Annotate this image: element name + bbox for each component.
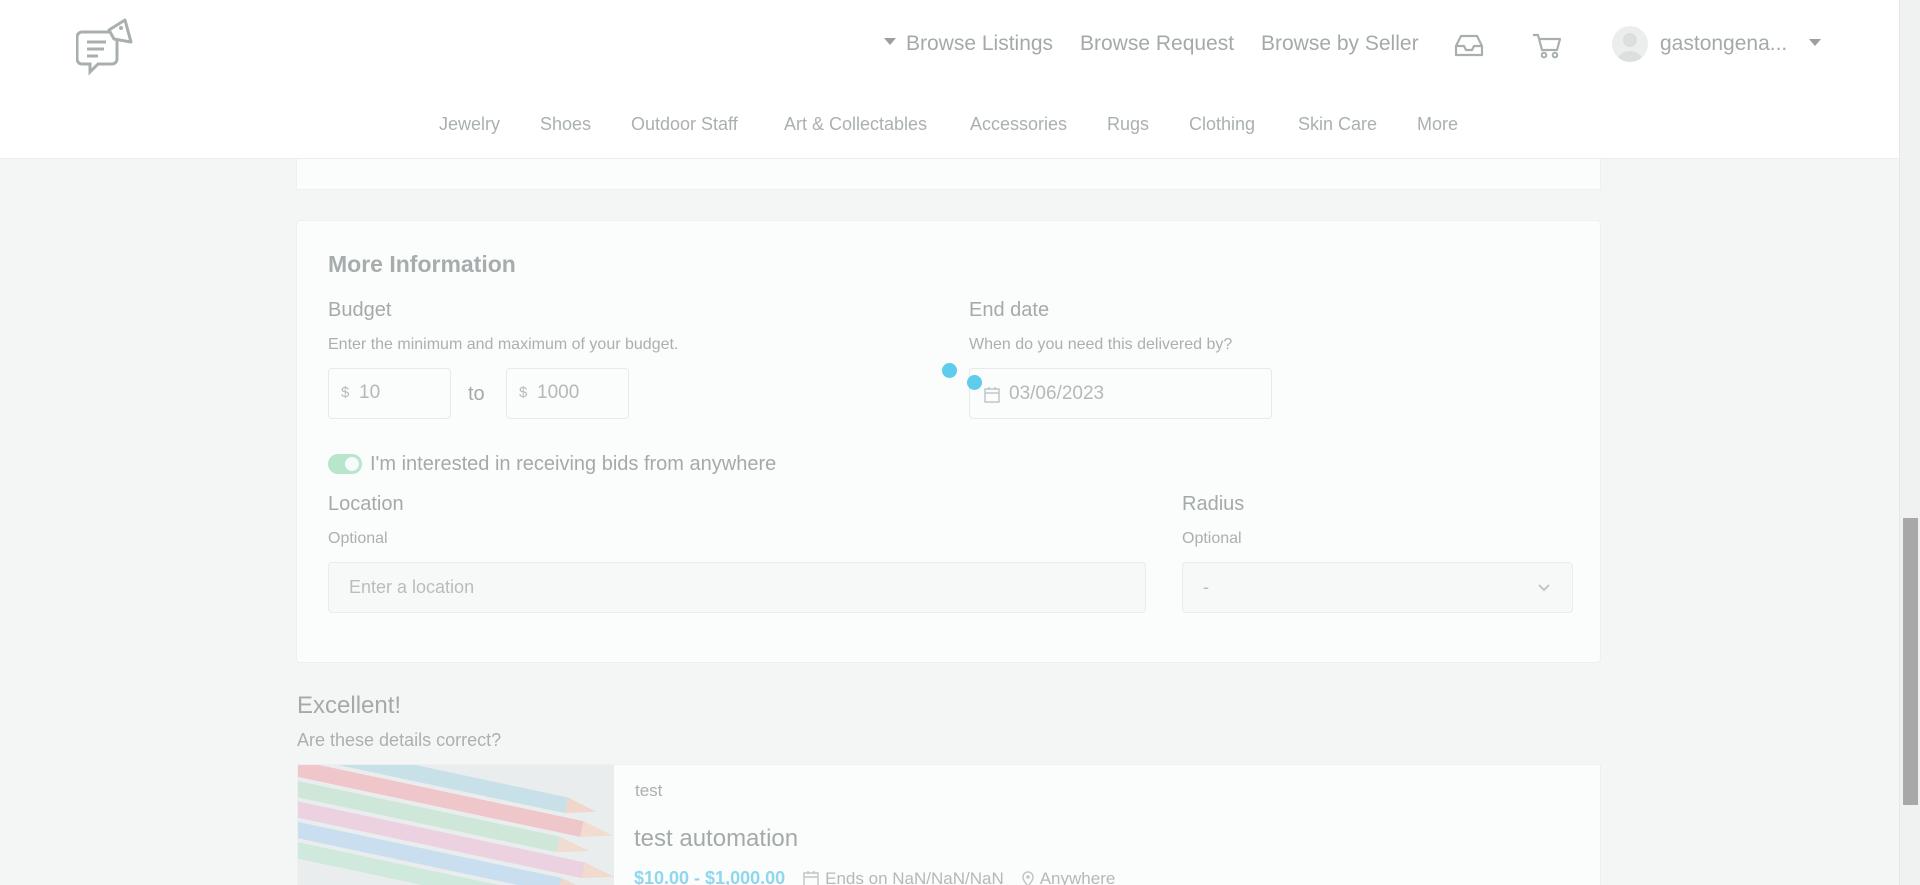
radius-help: Optional	[1182, 530, 1242, 547]
budget-help: Enter the minimum and maximum of your bu…	[328, 336, 679, 353]
user-silhouette-icon	[1617, 33, 1643, 62]
end-date-label: End date	[969, 299, 1050, 321]
category-jewelry[interactable]: Jewelry	[439, 114, 500, 135]
more-information-card: More Information Budget Enter the minimu…	[296, 220, 1601, 663]
browse-request-link[interactable]: Browse Request	[1080, 32, 1234, 56]
bids-anywhere-toggle[interactable]	[328, 454, 362, 474]
budget-max-input[interactable]: $ 1000	[506, 368, 629, 419]
category-rugs[interactable]: Rugs	[1107, 114, 1149, 135]
caret-down-icon	[1809, 38, 1822, 46]
radius-value: -	[1203, 577, 1209, 597]
preview-tag: test	[635, 781, 663, 800]
category-shoes[interactable]: Shoes	[540, 114, 591, 135]
budget-min-input[interactable]: $ 10	[328, 368, 451, 419]
bids-anywhere-label: I'm interested in receiving bids from an…	[370, 453, 777, 475]
site-header: Browse Listings Browse Request Browse by…	[0, 0, 1899, 159]
confirm-question: Are these details correct?	[297, 730, 502, 750]
caret-down-icon	[884, 37, 896, 45]
browse-by-seller-link[interactable]: Browse by Seller	[1261, 32, 1419, 56]
end-date-help: When do you need this delivered by?	[969, 336, 1233, 353]
location-input[interactable]	[328, 562, 1146, 613]
user-menu[interactable]: gastongena...	[1612, 25, 1822, 63]
category-more[interactable]: More	[1417, 114, 1458, 135]
preview-price: $10.00 - $1,000.00	[634, 868, 786, 885]
preview-location: Anywhere	[1021, 869, 1115, 885]
end-date-value: 03/06/2023	[1009, 383, 1105, 404]
avatar	[1612, 26, 1648, 62]
calendar-icon	[984, 387, 1000, 403]
category-skin-care[interactable]: Skin Care	[1298, 114, 1377, 135]
category-outdoor-staff[interactable]: Outdoor Staff	[631, 114, 738, 135]
end-date-input[interactable]: 03/06/2023	[969, 368, 1272, 419]
preview-meta: $10.00 - $1,000.00 Ends on NaN/NaN/NaN A…	[634, 868, 1115, 885]
request-preview-card[interactable]: test test automation $10.00 - $1,000.00 …	[297, 764, 1601, 885]
confirm-heading: Excellent!	[297, 692, 402, 719]
budget-label: Budget	[328, 299, 392, 321]
cart-icon[interactable]	[1530, 30, 1564, 60]
budget-max-value: 1000	[537, 382, 580, 403]
category-art-collectables[interactable]: Art & Collectables	[784, 114, 927, 135]
radius-select[interactable]: -	[1182, 562, 1573, 613]
section-title: More Information	[328, 251, 516, 277]
cursor-marker	[967, 375, 982, 390]
calendar-icon	[803, 871, 819, 885]
preview-end-date: Ends on NaN/NaN/NaN	[803, 869, 1004, 885]
chevron-down-icon	[1538, 584, 1550, 592]
currency-symbol: $	[341, 384, 350, 401]
budget-to-label: to	[468, 383, 485, 405]
preview-image	[298, 765, 614, 885]
radius-label: Radius	[1182, 493, 1245, 515]
username: gastongena...	[1660, 32, 1788, 55]
budget-min-value: 10	[359, 382, 381, 403]
scrollbar-thumb[interactable]	[1903, 518, 1918, 805]
category-accessories[interactable]: Accessories	[970, 114, 1067, 135]
location-label: Location	[328, 493, 404, 515]
colored-pencils-image	[298, 765, 614, 885]
category-clothing[interactable]: Clothing	[1189, 114, 1255, 135]
page-scrollbar[interactable]	[1899, 0, 1920, 885]
browse-listings-link[interactable]: Browse Listings	[884, 32, 1053, 56]
preview-title: test automation	[634, 825, 799, 852]
map-pin-icon	[1021, 870, 1034, 885]
cursor-marker	[942, 363, 957, 378]
location-help: Optional	[328, 530, 388, 547]
currency-symbol: $	[519, 384, 528, 401]
inbox-icon[interactable]	[1452, 30, 1486, 60]
